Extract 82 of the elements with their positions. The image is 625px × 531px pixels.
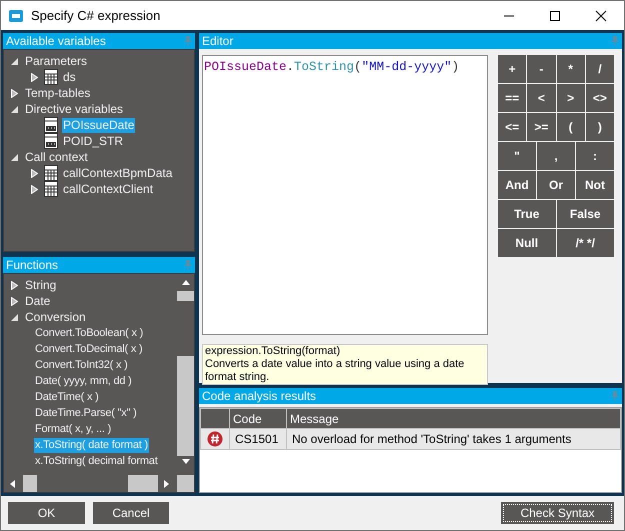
tree-item[interactable]: Convert.ToDecimal( x ) (34, 342, 144, 356)
tree-item[interactable]: Format( x, y, ... ) (34, 422, 112, 436)
tree-group-label[interactable]: Conversion (24, 310, 87, 324)
tree-item[interactable]: Date( yyyy, mm, dd ) (34, 374, 133, 388)
expanded-arrow-icon[interactable] (11, 154, 18, 160)
keypad-button[interactable]: False (556, 200, 614, 228)
scrollbar-thumb[interactable] (177, 356, 194, 456)
collapsed-arrow-icon[interactable] (11, 296, 18, 306)
tree-group-label[interactable]: Temp-tables (24, 86, 92, 100)
panel-title: Code analysis results (202, 388, 316, 405)
keypad-button[interactable]: Not (576, 171, 614, 199)
field-icon (44, 133, 58, 149)
error-icon (207, 431, 223, 447)
panel-title: Functions (6, 257, 58, 274)
scroll-down-icon[interactable] (182, 459, 190, 464)
scroll-up-icon[interactable] (182, 280, 190, 285)
tree-group-label[interactable]: Parameters (24, 54, 88, 68)
keypad-button[interactable]: >= (527, 113, 556, 141)
keypad-button[interactable]: == (498, 84, 526, 112)
keypad-button[interactable]: Or (537, 171, 575, 199)
tree-item[interactable]: Convert.ToInt32( x ) (34, 358, 129, 372)
keypad-button[interactable]: <> (586, 84, 614, 112)
collapsed-arrow-icon[interactable] (11, 280, 18, 290)
keypad-button[interactable]: And (498, 171, 536, 199)
keypad-button[interactable]: Null (498, 229, 556, 257)
expanded-arrow-icon[interactable] (11, 314, 18, 320)
code-line: POIssueDate.ToString("MM-dd-yyyy") (204, 59, 460, 76)
scroll-right-icon[interactable] (164, 480, 169, 488)
scrollbar-track (177, 291, 194, 301)
hint-signature: expression.ToString(format) (205, 345, 342, 358)
tree-item[interactable]: callContextBpmData (62, 166, 174, 180)
tree-group-label[interactable]: String (24, 278, 58, 292)
keypad-button[interactable]: * (556, 55, 585, 83)
column-header[interactable]: Message (287, 409, 620, 428)
panel-title: Available variables (6, 33, 106, 50)
tree-item[interactable]: Convert.ToBoolean( x ) (34, 326, 144, 340)
tree-group-label[interactable]: Date (24, 294, 52, 308)
scrollbar-corner (177, 475, 194, 492)
cancel-button[interactable]: Cancel (93, 502, 169, 524)
keypad-button[interactable]: ( (556, 113, 585, 141)
keypad-button[interactable]: " (498, 142, 536, 170)
keypad-button[interactable]: > (556, 84, 585, 112)
keypad-button[interactable]: / (586, 55, 614, 83)
tree-group-label[interactable]: Directive variables (24, 102, 124, 116)
hint-description: Converts a date value into a string value using a date format string. (205, 358, 466, 384)
keypad-button[interactable]: + (498, 55, 526, 83)
tree-item[interactable]: DateTime.Parse( "x" ) (34, 406, 138, 420)
collapsed-arrow-icon[interactable] (31, 72, 38, 82)
keypad-button[interactable]: : (576, 142, 614, 170)
table-icon (44, 181, 58, 197)
expanded-arrow-icon[interactable] (11, 58, 18, 64)
field-icon (44, 117, 58, 133)
collapsed-arrow-icon[interactable] (31, 168, 38, 178)
keypad-button[interactable]: ) (586, 113, 614, 141)
tree-item[interactable]: x.ToString( decimal format (34, 454, 159, 468)
table-icon (44, 165, 58, 181)
code-editor[interactable]: POIssueDate.ToString("MM-dd-yyyy") (202, 55, 488, 335)
panel-title: Editor (202, 33, 234, 50)
column-header[interactable]: Code (230, 409, 287, 428)
keypad-button[interactable]: True (498, 200, 556, 228)
collapsed-arrow-icon[interactable] (31, 184, 38, 194)
tree-group-label[interactable]: Call context (24, 150, 89, 164)
keypad-button[interactable]: /* */ (556, 229, 614, 257)
expanded-arrow-icon[interactable] (11, 106, 18, 112)
scrollbar-thumb[interactable] (23, 475, 37, 492)
keypad-button[interactable]: < (527, 84, 556, 112)
keypad-button[interactable]: , (537, 142, 575, 170)
tree-item[interactable]: DateTime( x ) (34, 390, 100, 404)
tree-item[interactable]: callContextClient (62, 182, 154, 196)
table-cell-text: No overload for method 'ToString' takes 1 arguments (291, 431, 572, 448)
window-title: Specify C# expression (31, 6, 160, 25)
app-icon (9, 10, 23, 22)
table-cell: CS1501 (230, 429, 287, 449)
keypad-button[interactable]: - (527, 55, 556, 83)
check-syntax-button[interactable]: Check Syntax (501, 502, 614, 524)
tree-item[interactable]: POID_STR (62, 134, 124, 148)
scroll-left-icon[interactable] (10, 480, 15, 488)
keypad-button[interactable]: <= (498, 113, 526, 141)
table-icon (44, 69, 58, 85)
ok-button[interactable]: OK (8, 502, 85, 524)
collapsed-arrow-icon[interactable] (11, 88, 18, 98)
tree-item[interactable]: ds (62, 70, 77, 84)
